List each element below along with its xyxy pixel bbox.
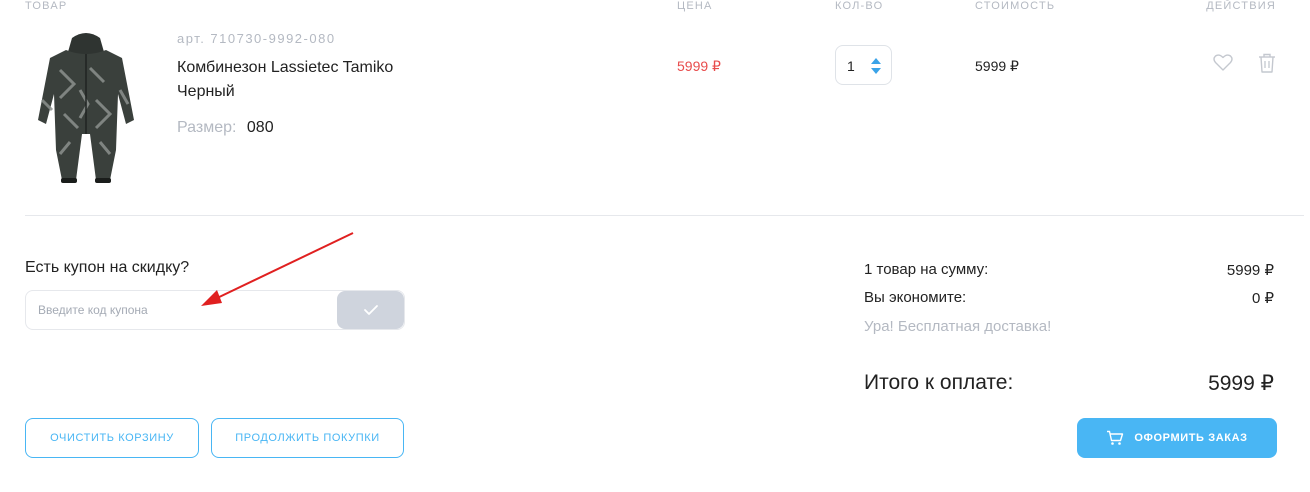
col-header-cost: СТОИМОСТЬ xyxy=(975,0,1056,12)
checkout-label: ОФОРМИТЬ ЗАКАЗ xyxy=(1134,432,1248,444)
quantity-stepper[interactable]: 1 xyxy=(835,45,892,85)
coupon-title: Есть купон на скидку? xyxy=(25,259,190,276)
total-label: Итого к оплате: xyxy=(864,371,1014,394)
col-header-price: ЦЕНА xyxy=(677,0,713,12)
free-shipping-note: Ура! Бесплатная доставка! xyxy=(864,318,1052,335)
col-header-actions: ДЕЙСТВИЯ xyxy=(1206,0,1276,12)
summary-savings-label: Вы экономите: xyxy=(864,289,967,306)
summary-items-row: 1 товар на сумму: 5999 ₽ xyxy=(864,261,1274,279)
size-value: 080 xyxy=(246,119,274,136)
product-size: Размер: 080 xyxy=(177,119,274,137)
quantity-value[interactable]: 1 xyxy=(847,58,855,74)
product-name-link[interactable]: Комбинезон Lassietec Tamiko Черный xyxy=(177,56,427,104)
annotation-arrow-icon xyxy=(201,232,354,306)
size-label: Размер: xyxy=(177,119,237,136)
section-divider xyxy=(25,215,1304,216)
item-price: 5999 ₽ xyxy=(677,58,721,74)
item-total-cost: 5999 ₽ xyxy=(975,58,1019,74)
col-header-quantity: КОЛ-ВО xyxy=(835,0,884,12)
col-header-product: ТОВАР xyxy=(25,0,68,12)
product-sku: арт. 710730-9992-080 xyxy=(177,31,336,46)
summary-savings-row: Вы экономите: 0 ₽ xyxy=(864,289,1274,307)
summary-items-value: 5999 ₽ xyxy=(1226,262,1274,279)
heart-icon[interactable] xyxy=(1212,52,1234,74)
continue-shopping-button[interactable]: ПРОДОЛЖИТЬ ПОКУПКИ xyxy=(211,418,404,458)
trash-icon[interactable] xyxy=(1256,52,1278,74)
checkout-button[interactable]: ОФОРМИТЬ ЗАКАЗ xyxy=(1077,418,1277,458)
total-value: 5999 ₽ xyxy=(1208,372,1274,395)
summary-savings-value: 0 ₽ xyxy=(1251,290,1274,307)
summary-items-label: 1 товар на сумму: xyxy=(864,261,989,278)
order-total-row: Итого к оплате: 5999 ₽ xyxy=(864,371,1274,396)
checkmark-icon xyxy=(363,305,378,315)
quantity-arrows-icon[interactable] xyxy=(869,55,883,77)
cart-icon xyxy=(1107,430,1124,445)
product-image[interactable] xyxy=(30,30,142,185)
clear-cart-button[interactable]: ОЧИСТИТЬ КОРЗИНУ xyxy=(25,418,199,458)
